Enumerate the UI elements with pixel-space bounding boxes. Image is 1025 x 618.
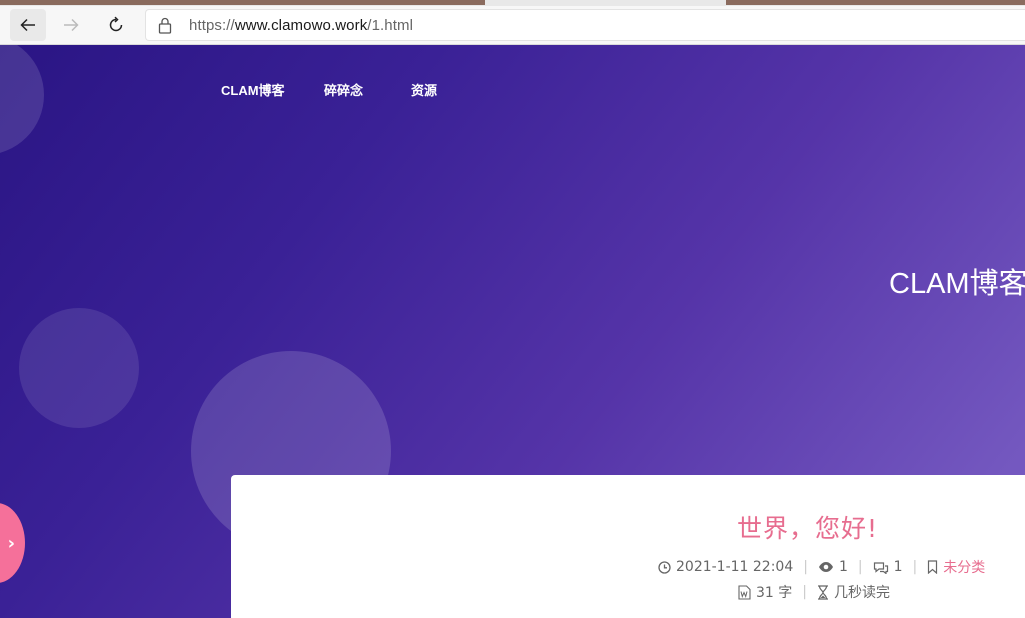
reload-icon: [109, 16, 123, 32]
post-card: 世界，您好! 2021-1-11 22:04 | 1 | 1 | 未分类 31 …: [231, 475, 1025, 618]
tab-inactive-left[interactable]: [0, 0, 485, 5]
decor-bubble: [0, 45, 44, 155]
url-path: /1.html: [367, 17, 414, 34]
post-comments[interactable]: 1: [894, 559, 903, 575]
sidebar-toggle-button[interactable]: ›: [0, 503, 25, 583]
post-read-time: 几秒读完: [833, 585, 890, 601]
nav-item-resources[interactable]: 资源: [411, 80, 437, 99]
nav-item-home[interactable]: CLAM博客: [221, 80, 285, 99]
browser-toolbar: https://www.clamowo.work/1.html: [0, 6, 1025, 45]
post-title[interactable]: 世界，您好!: [737, 509, 878, 545]
url-scheme: https://: [189, 17, 235, 34]
url-host: www.clamowo.work: [234, 17, 368, 34]
address-bar[interactable]: https://www.clamowo.work/1.html: [145, 9, 1025, 41]
forward-arrow-icon: [64, 18, 79, 32]
meta-divider: |: [857, 559, 863, 575]
post-category[interactable]: 未分类: [943, 557, 985, 577]
back-arrow-icon: [20, 18, 35, 32]
post-date: 2021-1-11 22:04: [676, 559, 794, 575]
post-word-count: 31 字: [756, 585, 793, 601]
url-text[interactable]: https://www.clamowo.work/1.html: [189, 17, 413, 34]
clock-icon: [658, 560, 671, 574]
eye-icon: [818, 562, 833, 572]
hourglass-icon: [817, 584, 828, 600]
bookmark-icon: [928, 560, 938, 574]
post-views: 1: [838, 559, 848, 575]
lock-icon: [158, 17, 172, 34]
post-meta-row-2: 31 字 | 几秒读完: [738, 582, 890, 602]
reload-button[interactable]: [98, 9, 134, 41]
site-title: CLAM博客: [889, 268, 1025, 300]
nav-item-talk[interactable]: 碎碎念: [324, 80, 363, 99]
hero-banner: CLAM博客 碎碎念 资源 CLAM博客 › 世界，您好! 2021-1-11 …: [0, 45, 1025, 618]
comments-icon: [873, 561, 888, 574]
post-meta-row-1: 2021-1-11 22:04 | 1 | 1 | 未分类: [658, 557, 985, 577]
forward-button[interactable]: [53, 9, 89, 41]
tab-inactive-right[interactable]: [726, 0, 1025, 5]
meta-divider: |: [912, 559, 918, 575]
word-doc-icon: [738, 584, 751, 600]
meta-divider: |: [802, 584, 807, 600]
meta-divider: |: [803, 559, 808, 575]
back-button[interactable]: [10, 9, 46, 41]
decor-bubble: [19, 308, 139, 428]
chevron-right-icon: ›: [7, 532, 15, 554]
